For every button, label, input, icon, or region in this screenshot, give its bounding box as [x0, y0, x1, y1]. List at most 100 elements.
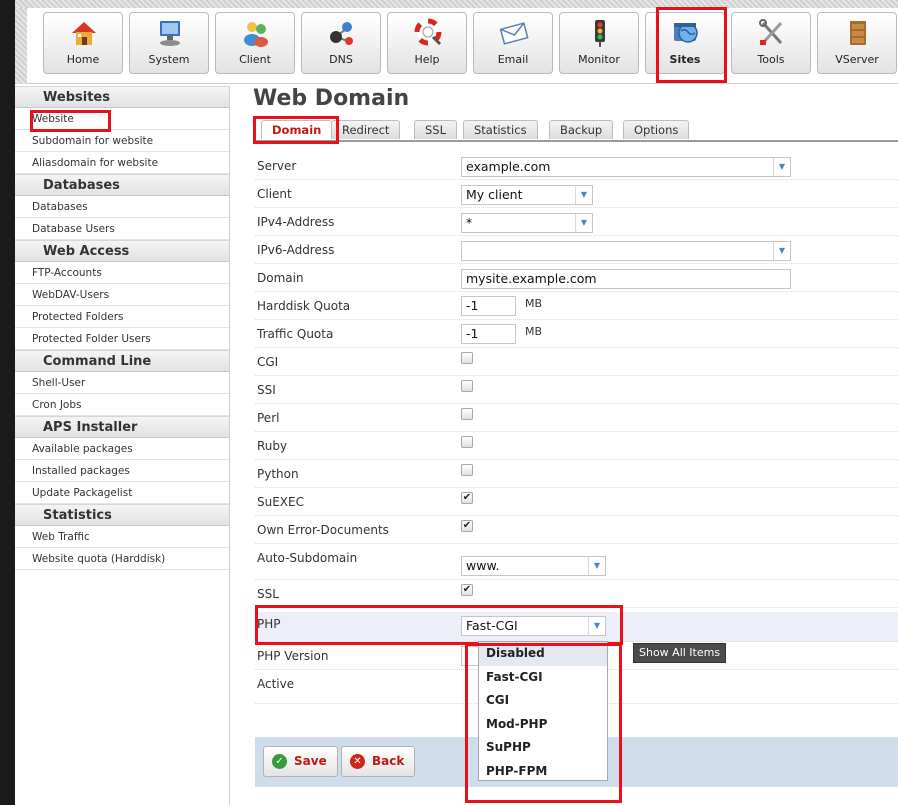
- ipv6-select[interactable]: ▼: [461, 241, 791, 261]
- toolbar-button-tools[interactable]: Tools: [731, 12, 811, 74]
- toolbar-button-client[interactable]: Client: [215, 12, 295, 74]
- tab-redirect[interactable]: Redirect: [331, 120, 401, 139]
- chevron-down-icon: ▼: [773, 242, 790, 260]
- client-select[interactable]: My client ▼: [461, 185, 593, 205]
- sidebar-item-aliasdomain[interactable]: Aliasdomain for website: [15, 152, 229, 174]
- toolbar-button-email[interactable]: Email: [473, 12, 553, 74]
- own-error-documents-checkbox[interactable]: ✔: [461, 520, 473, 532]
- traffic-quota-input[interactable]: -1: [461, 324, 516, 344]
- traffic-quota-label: Traffic Quota: [257, 327, 334, 341]
- server-select-value: example.com: [466, 159, 551, 174]
- domain-input[interactable]: mysite.example.com: [461, 269, 791, 289]
- toolbar-label: System: [148, 53, 190, 66]
- cgi-label: CGI: [257, 355, 279, 369]
- toolbar-button-system[interactable]: System: [129, 12, 209, 74]
- save-button-label: Save: [294, 754, 327, 768]
- sidebar-item-cron-jobs[interactable]: Cron Jobs: [15, 394, 229, 416]
- suexec-checkbox[interactable]: ✔: [461, 492, 473, 504]
- row-python: Python: [255, 460, 898, 488]
- client-label: Client: [257, 187, 292, 201]
- sidebar-item-ftp-accounts[interactable]: FTP-Accounts: [15, 262, 229, 284]
- php-option-fast-cgi[interactable]: Fast-CGI: [479, 666, 607, 690]
- sidebar-item-shell-user[interactable]: Shell-User: [15, 372, 229, 394]
- row-domain: Domain mysite.example.com: [255, 264, 898, 292]
- cgi-checkbox[interactable]: [461, 352, 473, 364]
- toolbar-button-sites[interactable]: Sites: [645, 12, 725, 74]
- row-client: Client My client ▼: [255, 180, 898, 208]
- sidebar-item-webdav-users[interactable]: WebDAV-Users: [15, 284, 229, 306]
- dns-molecule-icon: [330, 22, 353, 45]
- save-button[interactable]: ✓ Save: [263, 746, 338, 777]
- ssl-checkbox[interactable]: ✔: [461, 584, 473, 596]
- toolbar-button-dns[interactable]: DNS: [301, 12, 381, 74]
- app-page: Home System Client DNS Help Email Monito…: [15, 0, 898, 805]
- toolbar-button-monitor[interactable]: Monitor: [559, 12, 639, 74]
- row-own-error-documents: Own Error-Documents ✔: [255, 516, 898, 544]
- sidebar-item-web-traffic[interactable]: Web Traffic: [15, 526, 229, 548]
- sidebar-item-database-users[interactable]: Database Users: [15, 218, 229, 240]
- tab-ssl[interactable]: SSL: [414, 120, 458, 139]
- sidebar-item-website[interactable]: Website: [15, 108, 229, 130]
- php-option-mod-php[interactable]: Mod-PHP: [479, 713, 607, 737]
- row-ipv6: IPv6-Address ▼: [255, 236, 898, 264]
- show-all-items-tooltip: Show All Items: [633, 643, 727, 663]
- php-option-php-fpm[interactable]: PHP-FPM: [479, 760, 607, 784]
- toolbar-button-vserver[interactable]: VServer: [817, 12, 897, 74]
- php-option-disabled[interactable]: Disabled: [479, 642, 607, 666]
- row-perl: Perl: [255, 404, 898, 432]
- php-select[interactable]: Fast-CGI ▼: [461, 616, 606, 636]
- traffic-light-icon: [595, 20, 605, 47]
- ssi-label: SSI: [257, 383, 276, 397]
- toolbar-label: Monitor: [578, 53, 620, 66]
- toolbar-label: Email: [497, 53, 529, 66]
- tab-options[interactable]: Options: [623, 120, 690, 139]
- sidebar-item-available-packages[interactable]: Available packages: [15, 438, 229, 460]
- php-option-suphp[interactable]: SuPHP: [479, 736, 607, 760]
- sidebar-item-databases[interactable]: Databases: [15, 196, 229, 218]
- main-toolbar: Home System Client DNS Help Email Monito…: [15, 0, 898, 84]
- auto-subdomain-select[interactable]: www. ▼: [461, 556, 606, 576]
- globe-window-icon: [674, 23, 698, 43]
- php-label: PHP: [257, 617, 281, 631]
- toolbar-button-help[interactable]: Help: [387, 12, 467, 74]
- ipv6-label: IPv6-Address: [257, 243, 335, 257]
- sidebar-item-installed-packages[interactable]: Installed packages: [15, 460, 229, 482]
- python-label: Python: [257, 467, 299, 481]
- server-select[interactable]: example.com ▼: [461, 157, 791, 177]
- sidebar-item-subdomain[interactable]: Subdomain for website: [15, 130, 229, 152]
- harddisk-quota-input[interactable]: -1: [461, 296, 516, 316]
- toolbar-label: Tools: [757, 53, 785, 66]
- ssi-checkbox[interactable]: [461, 380, 473, 392]
- ruby-checkbox[interactable]: [461, 436, 473, 448]
- sidebar-item-protected-folder-users[interactable]: Protected Folder Users: [15, 328, 229, 350]
- toolbar-label: DNS: [329, 53, 353, 66]
- tab-domain[interactable]: Domain: [261, 120, 333, 139]
- row-ruby: Ruby: [255, 432, 898, 460]
- tab-underline: [255, 140, 898, 142]
- row-traffic-quota: Traffic Quota -1 MB: [255, 320, 898, 348]
- sidebar-item-protected-folders[interactable]: Protected Folders: [15, 306, 229, 328]
- perl-checkbox[interactable]: [461, 408, 473, 420]
- checkmark-icon: ✓: [272, 754, 287, 769]
- ruby-label: Ruby: [257, 439, 288, 453]
- main-content: Web Domain Domain Redirect SSL Statistic…: [241, 86, 898, 805]
- back-button[interactable]: ✕ Back: [341, 746, 416, 777]
- python-checkbox[interactable]: [461, 464, 473, 476]
- sidebar-heading-databases: Databases: [15, 174, 229, 196]
- chevron-down-icon: ▼: [588, 617, 605, 635]
- cabinet-icon: [850, 21, 866, 45]
- row-harddisk-quota: Harddisk Quota -1 MB: [255, 292, 898, 320]
- php-option-cgi[interactable]: CGI: [479, 689, 607, 713]
- envelope-icon: [499, 22, 529, 45]
- toolbar-button-home[interactable]: Home: [43, 12, 123, 74]
- sidebar-item-update-packagelist[interactable]: Update Packagelist: [15, 482, 229, 504]
- row-suexec: SuEXEC ✔: [255, 488, 898, 516]
- tab-backup[interactable]: Backup: [549, 120, 614, 139]
- row-auto-subdomain: Auto-Subdomain www. ▼: [255, 551, 898, 580]
- ipv4-label: IPv4-Address: [257, 215, 335, 229]
- row-ssl: SSL ✔: [255, 580, 898, 608]
- ipv4-select[interactable]: * ▼: [461, 213, 593, 233]
- sidebar-item-website-quota[interactable]: Website quota (Harddisk): [15, 548, 229, 570]
- chevron-down-icon: ▼: [575, 186, 592, 204]
- tab-statistics[interactable]: Statistics: [463, 120, 538, 139]
